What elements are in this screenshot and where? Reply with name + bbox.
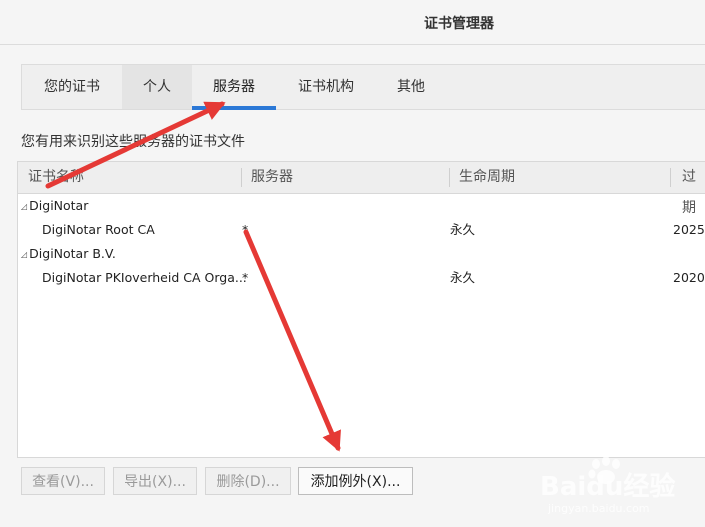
- column-header-lifetime[interactable]: 生命周期: [459, 162, 515, 193]
- delete-button[interactable]: 删除(D)...: [205, 467, 291, 495]
- watermark-url: jingyan.baidu.com: [548, 502, 650, 515]
- active-tab-indicator: [192, 106, 276, 110]
- export-button[interactable]: 导出(X)...: [113, 467, 197, 495]
- certificate-tree-table[interactable]: 证书名称 服务器 生命周期 过期 ◿ DigiNotar DigiNotar Ro…: [17, 161, 705, 458]
- add-exception-button[interactable]: 添加例外(X)...: [298, 467, 413, 495]
- tab-your-certs[interactable]: 您的证书: [22, 65, 122, 109]
- tab-authorities[interactable]: 证书机构: [276, 65, 376, 109]
- servers-description: 您有用来识别这些服务器的证书文件: [21, 134, 245, 150]
- column-header-expires[interactable]: 过期: [682, 162, 705, 216]
- expand-triangle-icon[interactable]: ◿: [21, 202, 27, 211]
- column-separator[interactable]: [449, 168, 450, 187]
- column-separator[interactable]: [241, 168, 242, 187]
- tab-personal[interactable]: 个人: [122, 65, 192, 109]
- tab-servers[interactable]: 服务器: [192, 65, 276, 110]
- expand-triangle-icon[interactable]: ◿: [21, 250, 27, 259]
- tab-servers-label: 服务器: [213, 79, 255, 95]
- group-name: DigiNotar B.V.: [29, 246, 116, 261]
- table-header: 证书名称 服务器 生命周期 过期: [18, 162, 705, 216]
- column-header-server[interactable]: 服务器: [251, 162, 293, 193]
- cert-server: *: [242, 270, 249, 285]
- view-button[interactable]: 查看(V)...: [21, 467, 105, 495]
- cert-expires: 2025年: [673, 222, 705, 237]
- tab-bar: 您的证书 个人 服务器 证书机构 其他: [21, 64, 705, 110]
- tree-group-row[interactable]: ◿ DigiNotar B.V.: [18, 242, 705, 266]
- table-row[interactable]: DigiNotar Root CA * 永久 2025年: [18, 218, 705, 242]
- group-name: DigiNotar: [29, 198, 89, 213]
- cert-name: DigiNotar PKIoverheid CA Orga...: [42, 270, 247, 285]
- cert-server: *: [242, 222, 249, 237]
- table-row[interactable]: DigiNotar PKIoverheid CA Orga... * 永久 20…: [18, 266, 705, 290]
- column-header-cert-name[interactable]: 证书名称: [28, 162, 84, 193]
- cert-lifetime: 永久: [450, 222, 476, 237]
- cert-lifetime: 永久: [450, 270, 476, 285]
- baidu-watermark: Baidu经验 jingyan.baidu.com: [536, 452, 702, 522]
- tree-group-row[interactable]: ◿ DigiNotar: [18, 194, 705, 218]
- title-bar: 证书管理器: [0, 0, 705, 45]
- tab-others[interactable]: 其他: [376, 65, 446, 109]
- column-separator[interactable]: [670, 168, 671, 187]
- window-title: 证书管理器: [424, 16, 494, 32]
- cert-name: DigiNotar Root CA: [42, 222, 155, 237]
- watermark-brand: Baidu经验: [540, 472, 676, 502]
- cert-expires: 2020年: [673, 270, 705, 285]
